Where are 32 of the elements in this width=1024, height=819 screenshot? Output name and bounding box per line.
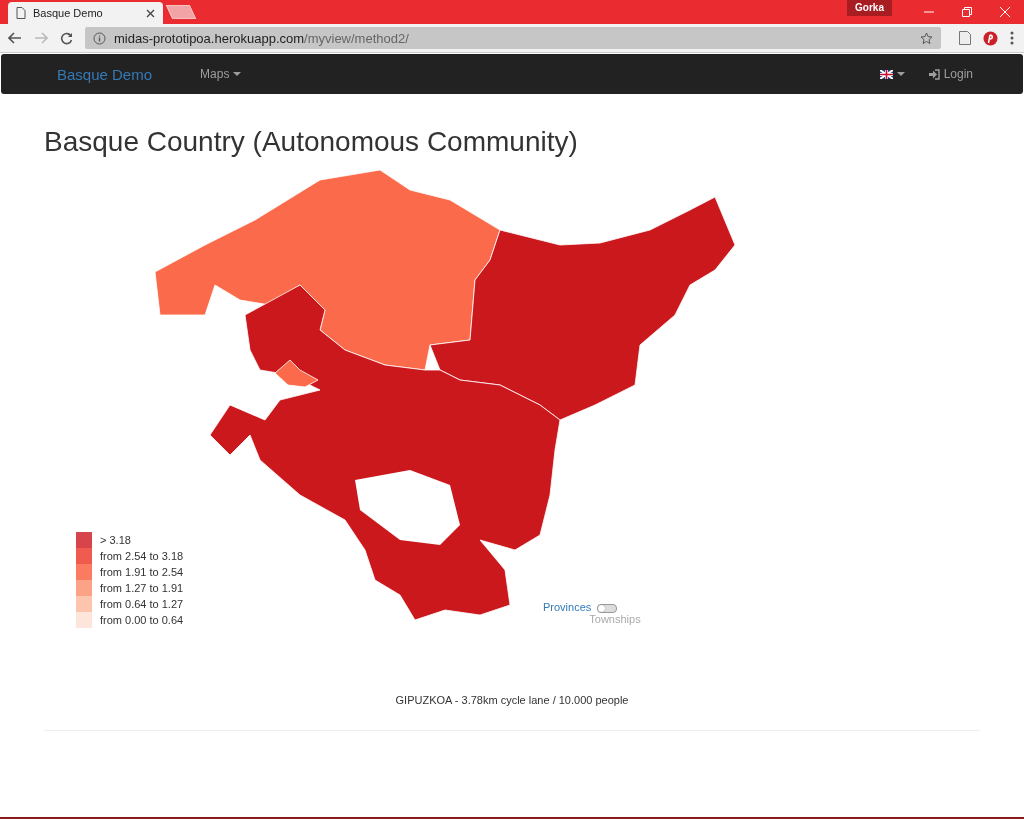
restore-icon[interactable] (962, 7, 972, 17)
flag-icon (879, 69, 893, 79)
star-icon[interactable] (920, 31, 933, 45)
toggle-switch[interactable] (597, 604, 618, 613)
legend-label: from 1.91 to 2.54 (100, 566, 184, 578)
pin-icon[interactable] (983, 30, 998, 46)
brand-link[interactable]: Basque Demo (57, 65, 153, 83)
tab-title: Basque Demo (33, 7, 104, 19)
maps-menu[interactable]: Maps (200, 67, 242, 81)
address-bar[interactable]: midas-prototipoa.herokuapp.com/myview/method2/ (85, 27, 941, 49)
browser-tab[interactable]: Basque Demo (8, 2, 163, 24)
menu-icon[interactable] (1010, 31, 1014, 45)
login-link[interactable]: Login (928, 67, 973, 81)
new-tab-button[interactable] (165, 5, 197, 19)
legend-label: from 2.54 to 3.18 (100, 550, 184, 562)
url-text: midas-prototipoa.herokuapp.com/myview/method2/ (114, 30, 410, 46)
info-icon (93, 31, 106, 45)
legend-label: from 1.27 to 1.91 (100, 582, 184, 594)
document-icon[interactable] (959, 31, 971, 45)
back-icon[interactable] (8, 32, 22, 44)
profile-badge[interactable]: Gorka (847, 0, 892, 16)
legend-label: > 3.18 (100, 534, 131, 546)
sign-in-icon (928, 68, 940, 80)
page-title: Basque Country (Autonomous Community) (44, 126, 579, 158)
map-caption: GIPUZKOA - 3.78km cycle lane / 10.000 people (394, 694, 630, 706)
language-menu[interactable] (879, 69, 905, 79)
reload-icon[interactable] (60, 31, 73, 45)
close-icon[interactable] (1000, 7, 1010, 17)
legend-label: from 0.00 to 0.64 (100, 614, 184, 626)
page-icon (16, 7, 26, 19)
legend-label: from 0.64 to 1.27 (100, 598, 184, 610)
close-tab-icon[interactable] (146, 8, 155, 18)
